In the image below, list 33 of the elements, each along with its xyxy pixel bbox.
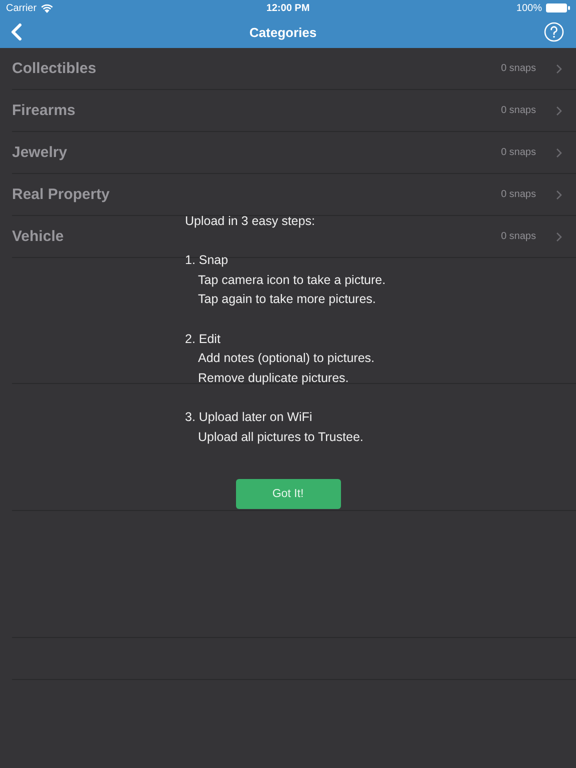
category-name[interactable]: Firearms bbox=[12, 102, 76, 119]
step-title: 3. Upload later on WiFi bbox=[185, 408, 314, 426]
battery-icon bbox=[546, 3, 570, 13]
chevron-icon bbox=[556, 64, 562, 74]
category-name[interactable]: Collectibles bbox=[12, 60, 96, 77]
category-name[interactable]: Jewelry bbox=[12, 144, 68, 161]
instructions-heading: Upload in 3 easy steps: bbox=[185, 213, 316, 230]
step-description: Tap camera icon to take a picture. bbox=[197, 272, 387, 289]
category-name[interactable]: Real Property bbox=[12, 186, 110, 203]
step-description: Upload all pictures to Trustee. bbox=[197, 428, 364, 446]
snap-count: 0 snaps bbox=[500, 189, 536, 200]
step-description: Tap again to take more pictures. bbox=[197, 291, 377, 308]
step-title: 2. Edit bbox=[185, 330, 222, 348]
step-title: 1. Snap bbox=[185, 252, 230, 270]
help-icon[interactable] bbox=[544, 22, 564, 42]
chevron-icon bbox=[556, 148, 562, 158]
step-description: Remove duplicate pictures. bbox=[197, 370, 350, 387]
snap-count: 0 snaps bbox=[500, 63, 536, 74]
category-name[interactable]: Vehicle bbox=[12, 228, 64, 245]
wifi-icon bbox=[40, 4, 53, 12]
snap-count: 0 snaps bbox=[500, 147, 536, 158]
screen-title: Categories bbox=[249, 24, 317, 40]
chevron-icon bbox=[556, 190, 562, 200]
step-description: Add notes (optional) to pictures. bbox=[197, 350, 376, 368]
carrier-label: Carrier bbox=[6, 2, 37, 14]
chevron-icon bbox=[556, 232, 562, 242]
chevron-icon bbox=[556, 106, 562, 116]
back-chevron-icon[interactable] bbox=[10, 23, 22, 41]
snap-count: 0 snaps bbox=[500, 105, 536, 116]
battery-percent: 100% bbox=[516, 2, 542, 14]
snap-count: 0 snaps bbox=[500, 231, 536, 242]
got-it-button[interactable]: Got It! bbox=[236, 479, 340, 510]
clock-time: 12:00 PM bbox=[266, 2, 310, 14]
